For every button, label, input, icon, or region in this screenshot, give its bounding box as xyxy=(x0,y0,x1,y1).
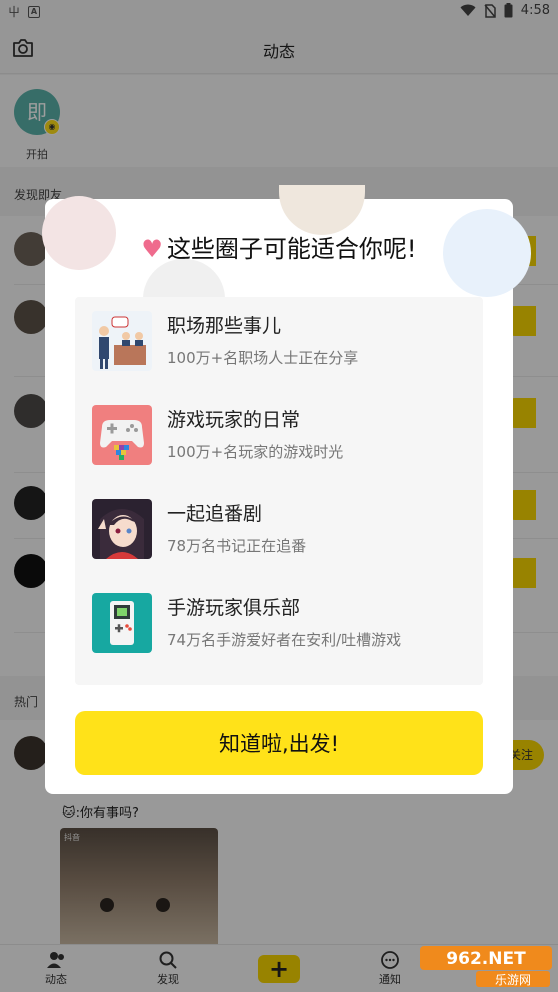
confirm-go-button[interactable]: 知道啦,出发! xyxy=(75,711,483,775)
circle-item-anime[interactable]: 一起追番剧 78万名书记正在追番 xyxy=(75,485,483,565)
circle-name: 游戏玩家的日常 xyxy=(167,409,301,431)
circle-list: 职场那些事儿 100万+名职场人士正在分享 游戏玩家的日常 100万+名玩家的游… xyxy=(75,297,483,685)
meeting-icon xyxy=(92,311,152,371)
circle-name: 手游玩家俱乐部 xyxy=(167,597,301,619)
circle-desc: 100万+名职场人士正在分享 xyxy=(167,349,359,367)
circle-desc: 74万名手游爱好者在安利/吐槽游戏 xyxy=(167,631,402,649)
decorative-avatar xyxy=(143,259,225,299)
circle-item-workplace[interactable]: 职场那些事儿 100万+名职场人士正在分享 xyxy=(75,297,483,377)
decorative-avatar xyxy=(279,185,365,235)
circle-recommend-dialog: ♥ 这些圈子可能适合你呢! 职场那些事儿 100万+名职场人士正在分享 游戏玩家… xyxy=(42,185,531,794)
gameboy-icon xyxy=(92,593,152,653)
circle-item-gamers[interactable]: 游戏玩家的日常 100万+名玩家的游戏时光 xyxy=(75,391,483,471)
gamepad-icon xyxy=(92,405,152,465)
circle-name: 一起追番剧 xyxy=(167,503,263,525)
svg-text:962.NET: 962.NET xyxy=(446,949,526,969)
circle-desc: 100万+名玩家的游戏时光 xyxy=(167,443,344,461)
circle-item-mobile-games[interactable]: 手游玩家俱乐部 74万名手游爱好者在安利/吐槽游戏 xyxy=(75,579,483,659)
svg-text:乐游网: 乐游网 xyxy=(495,973,531,987)
site-watermark-logo: 962.NET 乐游网 xyxy=(420,944,552,988)
circle-desc: 78万名书记正在追番 xyxy=(167,537,307,555)
heart-icon: ♥ xyxy=(141,235,163,263)
dialog-title: ♥ 这些圈子可能适合你呢! xyxy=(141,235,417,263)
circle-name: 职场那些事儿 xyxy=(167,315,282,337)
anime-girl-icon xyxy=(92,499,152,559)
